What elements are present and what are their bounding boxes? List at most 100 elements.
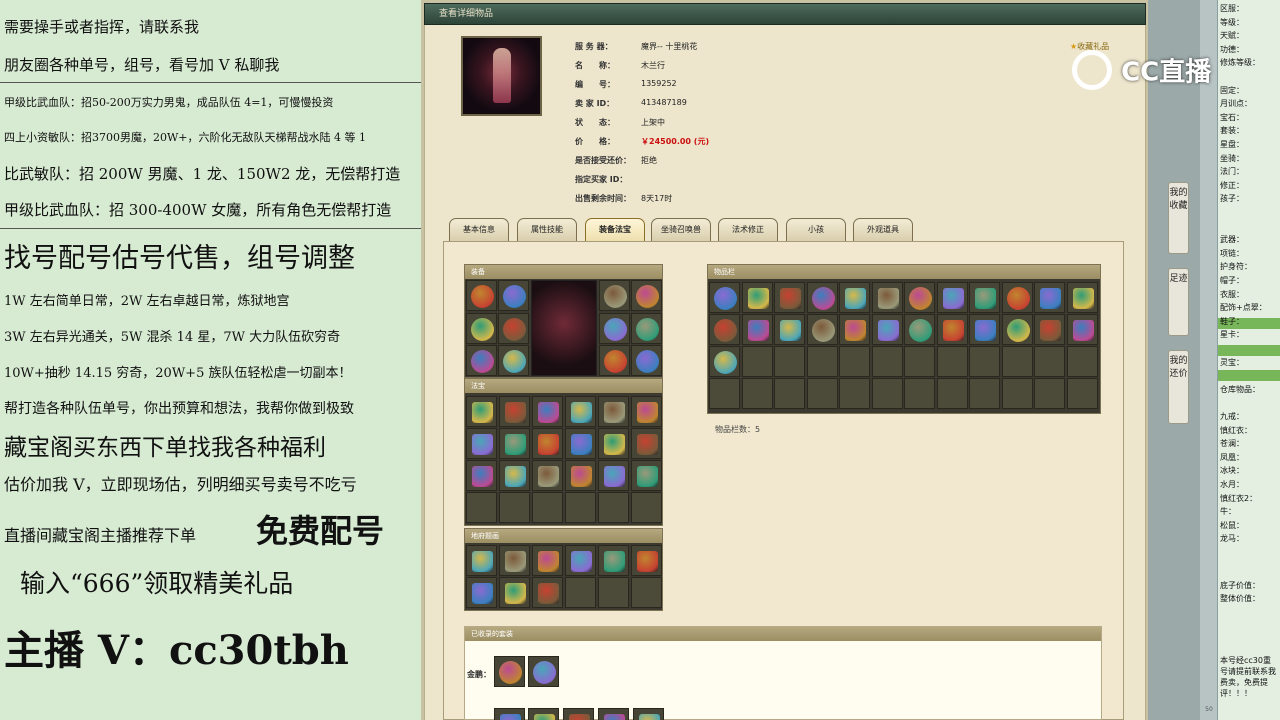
empty-slot[interactable]	[631, 577, 662, 608]
item-slot[interactable]	[466, 313, 497, 344]
empty-slot[interactable]	[774, 346, 805, 377]
item-slot[interactable]	[631, 545, 662, 576]
side-tab-favorites[interactable]: 我的收藏	[1168, 182, 1189, 254]
item-slot[interactable]	[1034, 314, 1065, 345]
side-tab-counteroffer[interactable]: 我的还价	[1168, 350, 1189, 424]
empty-slot[interactable]	[839, 346, 870, 377]
item-slot[interactable]	[498, 345, 529, 376]
item-slot[interactable]	[598, 428, 629, 459]
item-slot[interactable]	[741, 282, 773, 313]
item-slot[interactable]	[466, 577, 497, 608]
item-slot[interactable]	[466, 545, 497, 576]
tab-appearance[interactable]: 外观道具	[853, 218, 913, 241]
item-slot[interactable]	[741, 314, 773, 345]
item-slot[interactable]	[1066, 314, 1098, 345]
item-slot[interactable]	[598, 708, 629, 720]
item-slot[interactable]	[466, 345, 497, 376]
item-slot[interactable]	[806, 314, 838, 345]
item-slot[interactable]	[466, 280, 497, 311]
item-slot[interactable]	[871, 282, 903, 313]
item-slot[interactable]	[631, 428, 662, 459]
tab-equipment[interactable]: 装备法宝	[585, 218, 645, 241]
item-slot[interactable]	[499, 396, 530, 427]
item-slot[interactable]	[709, 282, 740, 313]
item-slot[interactable]	[774, 282, 805, 313]
empty-slot[interactable]	[741, 346, 773, 377]
empty-slot[interactable]	[709, 378, 740, 409]
item-slot[interactable]	[528, 656, 559, 687]
empty-slot[interactable]	[1034, 378, 1065, 409]
empty-slot[interactable]	[774, 378, 805, 409]
empty-slot[interactable]	[904, 346, 935, 377]
tab-child[interactable]: 小孩	[786, 218, 846, 241]
empty-slot[interactable]	[466, 492, 497, 523]
item-slot[interactable]	[806, 282, 838, 313]
empty-slot[interactable]	[741, 378, 773, 409]
item-slot[interactable]	[532, 428, 563, 459]
item-slot[interactable]	[631, 396, 662, 427]
item-slot[interactable]	[532, 545, 563, 576]
item-slot[interactable]	[565, 460, 596, 491]
empty-slot[interactable]	[969, 378, 1000, 409]
item-slot[interactable]	[528, 708, 559, 720]
item-slot[interactable]	[598, 460, 629, 491]
item-slot[interactable]	[565, 428, 596, 459]
item-slot[interactable]	[599, 313, 630, 344]
empty-slot[interactable]	[806, 346, 838, 377]
item-slot[interactable]	[532, 396, 563, 427]
item-slot[interactable]	[871, 314, 903, 345]
item-slot[interactable]	[494, 656, 525, 687]
item-slot[interactable]	[633, 708, 664, 720]
side-tab-footprint[interactable]: 足迹	[1168, 268, 1189, 336]
empty-slot[interactable]	[1001, 346, 1033, 377]
empty-slot[interactable]	[936, 378, 968, 409]
empty-slot[interactable]	[598, 577, 629, 608]
item-slot[interactable]	[1001, 282, 1033, 313]
empty-slot[interactable]	[598, 492, 629, 523]
item-slot[interactable]	[709, 346, 740, 377]
item-slot[interactable]	[498, 313, 529, 344]
item-slot[interactable]	[904, 282, 935, 313]
item-slot[interactable]	[969, 282, 1000, 313]
item-slot[interactable]	[466, 428, 497, 459]
item-slot[interactable]	[631, 313, 662, 344]
item-slot[interactable]	[532, 460, 563, 491]
empty-slot[interactable]	[565, 492, 596, 523]
item-slot[interactable]	[631, 460, 662, 491]
item-slot[interactable]	[936, 282, 968, 313]
item-slot[interactable]	[904, 314, 935, 345]
empty-slot[interactable]	[969, 346, 1000, 377]
item-slot[interactable]	[631, 280, 662, 311]
item-slot[interactable]	[599, 345, 630, 376]
item-slot[interactable]	[774, 314, 805, 345]
empty-slot[interactable]	[499, 492, 530, 523]
item-slot[interactable]	[565, 545, 596, 576]
empty-slot[interactable]	[936, 346, 968, 377]
item-slot[interactable]	[499, 577, 530, 608]
empty-slot[interactable]	[806, 378, 838, 409]
empty-slot[interactable]	[1066, 378, 1098, 409]
item-slot[interactable]	[499, 460, 530, 491]
item-slot[interactable]	[1066, 282, 1098, 313]
empty-slot[interactable]	[871, 378, 903, 409]
empty-slot[interactable]	[1001, 378, 1033, 409]
item-slot[interactable]	[709, 314, 740, 345]
empty-slot[interactable]	[631, 492, 662, 523]
item-slot[interactable]	[498, 280, 529, 311]
item-slot[interactable]	[631, 345, 662, 376]
empty-slot[interactable]	[904, 378, 935, 409]
item-slot[interactable]	[499, 545, 530, 576]
item-slot[interactable]	[563, 708, 594, 720]
item-slot[interactable]	[969, 314, 1000, 345]
empty-slot[interactable]	[565, 577, 596, 608]
item-slot[interactable]	[494, 708, 525, 720]
item-slot[interactable]	[599, 280, 630, 311]
item-slot[interactable]	[936, 314, 968, 345]
tab-spell-correction[interactable]: 法术修正	[718, 218, 778, 241]
item-slot[interactable]	[466, 396, 497, 427]
item-slot[interactable]	[598, 545, 629, 576]
empty-slot[interactable]	[839, 378, 870, 409]
item-slot[interactable]	[839, 314, 870, 345]
tab-basic-info[interactable]: 基本信息	[449, 218, 509, 241]
tab-attributes[interactable]: 属性技能	[517, 218, 577, 241]
